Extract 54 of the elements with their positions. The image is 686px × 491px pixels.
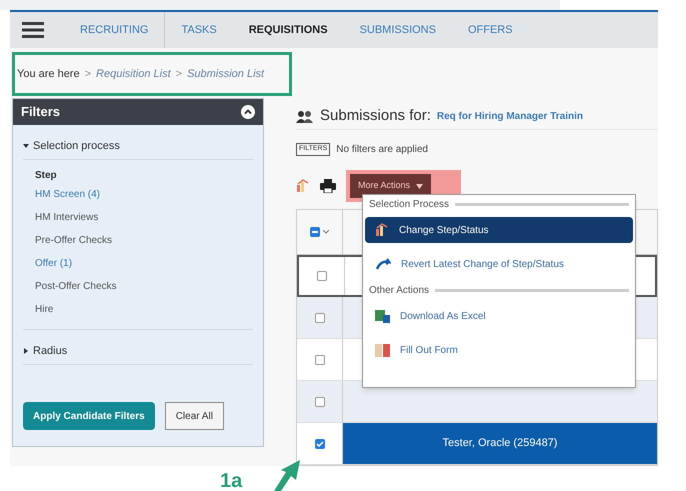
printer-icon[interactable] — [320, 179, 336, 193]
breadcrumb-separator: > — [176, 66, 182, 82]
menu-item[interactable]: Fill Out Form — [365, 337, 633, 363]
menu-icon[interactable] — [22, 22, 44, 38]
breadcrumb-label: You are here — [17, 66, 80, 82]
nav-tab[interactable]: REQUISITIONS — [232, 12, 344, 48]
filter-option[interactable]: Post-Offer Checks — [35, 275, 253, 298]
menu-item[interactable]: Change Step/Status — [365, 217, 633, 243]
nav-tab[interactable]: SUBMISSIONS — [344, 12, 452, 48]
caret-right-icon — [23, 348, 29, 354]
collapse-icon[interactable] — [241, 105, 255, 119]
section-toggle[interactable]: Radius — [23, 338, 253, 364]
section-toggle[interactable]: Selection process — [23, 133, 253, 159]
menu-item[interactable]: Download As Excel — [365, 303, 633, 329]
breadcrumb-separator: > — [84, 66, 92, 82]
page-title: Submissions for: — [320, 106, 431, 126]
spreadsheet-icon — [375, 309, 390, 323]
chart-icon — [375, 223, 389, 237]
filter-option[interactable]: HM Interviews — [35, 206, 253, 229]
row-checkbox[interactable] — [314, 354, 324, 364]
filter-option[interactable]: Pre-Offer Checks — [35, 229, 253, 252]
filter-heading: Step — [35, 169, 58, 183]
caret-down-icon — [23, 143, 29, 149]
row-checkbox[interactable] — [316, 271, 326, 281]
caret-down-icon — [416, 184, 424, 188]
form-icon — [375, 344, 390, 356]
panel-title: Filters — [21, 103, 60, 122]
nav-tab[interactable]: TASKS — [165, 12, 233, 48]
filter-option[interactable]: Hire — [35, 298, 253, 321]
menu-item[interactable]: Revert Latest Change of Step/Status — [365, 251, 633, 277]
table-row[interactable]: Tester, Oracle (259487) — [297, 423, 657, 465]
nav-tab[interactable]: OFFERS — [452, 12, 529, 48]
row-checkbox[interactable] — [314, 396, 324, 406]
annotation-arrow — [272, 458, 302, 491]
clear-all-button[interactable]: Clear All — [164, 402, 224, 430]
chart-icon — [296, 179, 310, 193]
row-checkbox[interactable] — [314, 312, 324, 322]
filter-status: No filters are applied — [336, 143, 428, 157]
apply-filters-button[interactable]: Apply Candidate Filters — [23, 402, 155, 430]
breadcrumb-link[interactable]: Submission List — [187, 66, 264, 82]
annotation-label: 1a — [220, 469, 242, 491]
chevron-down-icon[interactable] — [323, 230, 329, 234]
filter-option[interactable]: Offer (1) — [35, 252, 253, 275]
menu-section-heading: Other Actions — [369, 284, 430, 298]
nav-tab[interactable]: RECRUITING — [64, 12, 164, 48]
select-all-checkbox[interactable] — [310, 227, 320, 237]
requisition-link[interactable]: Req for Hiring Manager Trainin — [436, 109, 584, 124]
row-checkbox[interactable] — [314, 438, 324, 448]
menu-section-heading: Selection Process — [369, 198, 450, 212]
filter-option[interactable]: HM Screen (4) — [35, 183, 253, 206]
breadcrumb-link[interactable]: Requisition List — [96, 66, 171, 82]
people-icon — [296, 110, 314, 124]
undo-arrow-icon — [375, 258, 391, 270]
candidate-name[interactable]: Tester, Oracle (259487) — [442, 435, 558, 452]
